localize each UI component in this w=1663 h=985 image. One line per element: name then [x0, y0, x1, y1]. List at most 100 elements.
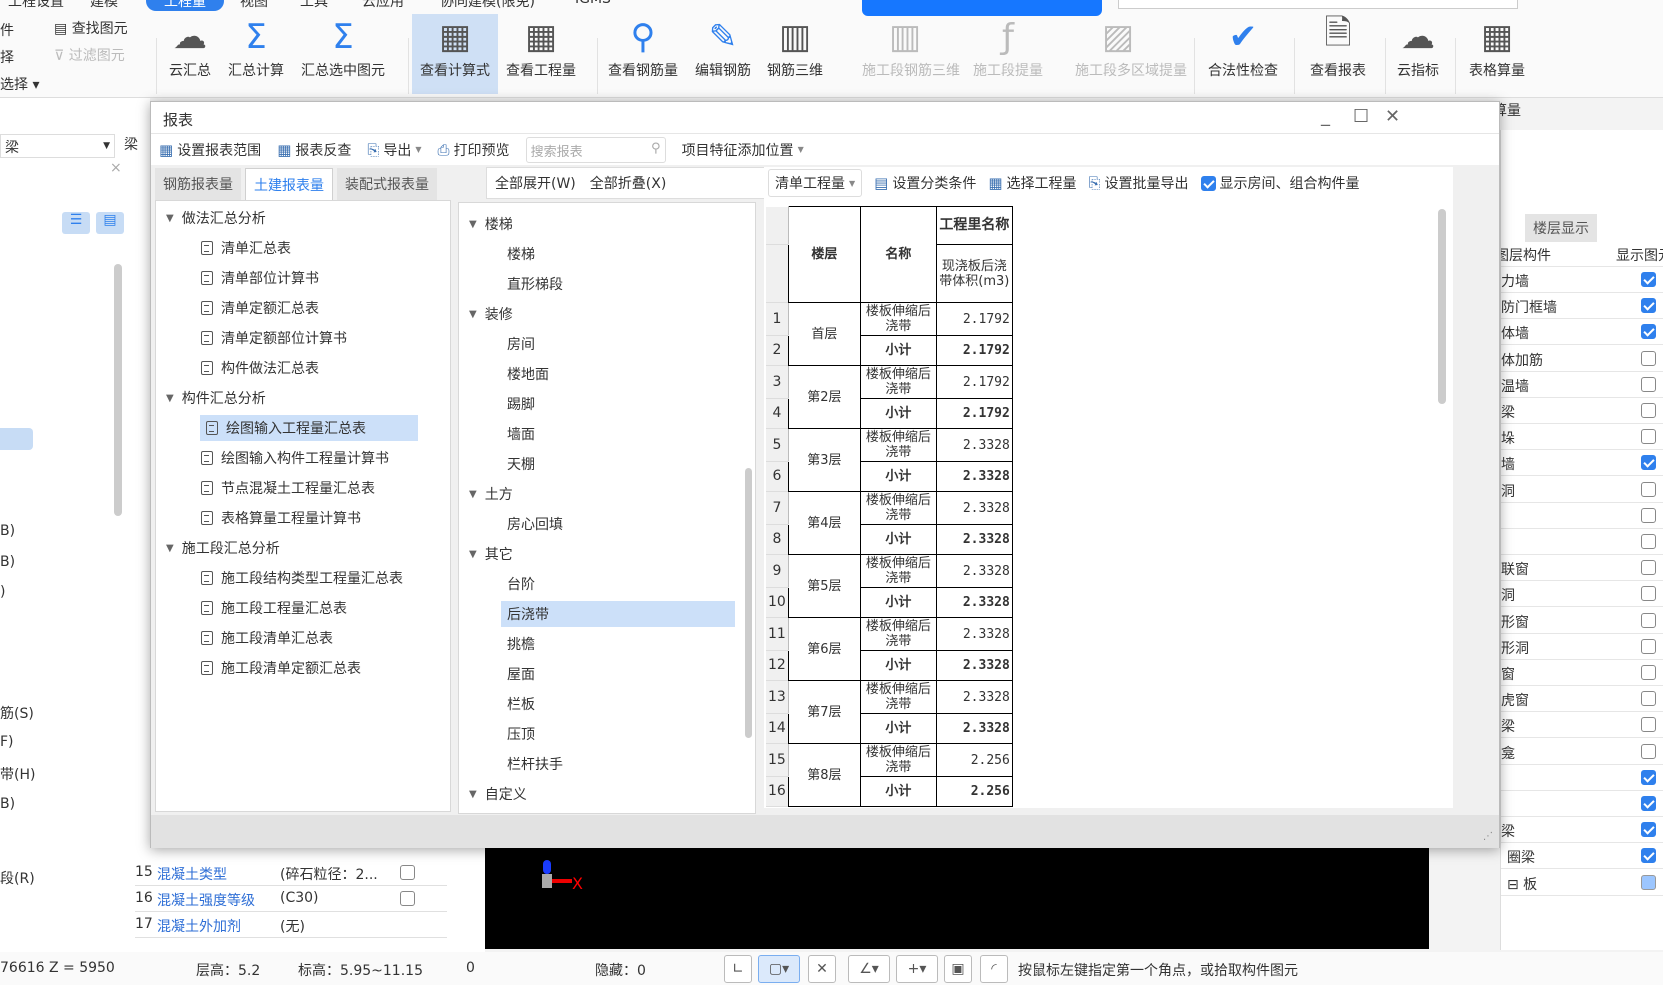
tree-item[interactable]: 绘图输入工程量汇总表: [200, 415, 418, 441]
left-select2[interactable]: 梁: [124, 134, 138, 154]
layer-checkbox[interactable]: [1641, 665, 1656, 680]
display-icon[interactable]: ▣: [944, 955, 972, 983]
layer-checkbox[interactable]: [1641, 743, 1656, 759]
layer-checkbox[interactable]: [1641, 507, 1656, 523]
ribbon-button-13[interactable]: 🗎 查看报表: [1295, 13, 1381, 94]
angle-icon[interactable]: ∠▾: [848, 955, 890, 983]
caret-down-icon[interactable]: ▼: [469, 489, 477, 500]
ribbon-button-3[interactable]: Σ 汇总选中图元: [300, 14, 386, 94]
collapse-all-button[interactable]: 全部折叠(X): [590, 173, 667, 193]
tree-item[interactable]: 屋面: [507, 661, 535, 687]
tree-item[interactable]: 栏杆扶手: [507, 751, 563, 777]
tree-item[interactable]: 绘图输入构件工程量计算书: [201, 445, 389, 471]
ribbon-tab[interactable]: 工程设置: [8, 0, 64, 11]
layer-row[interactable]: 洞: [1501, 478, 1663, 503]
layer-row[interactable]: 形窗: [1501, 609, 1663, 634]
caret-down-icon[interactable]: ▼: [166, 543, 174, 554]
report-search-input[interactable]: 搜索报表 ⚲: [525, 136, 666, 163]
layer-row[interactable]: 垛: [1501, 425, 1663, 451]
left-list-item[interactable]: F): [0, 734, 14, 750]
layer-row[interactable]: 力墙: [1501, 268, 1663, 293]
scrollbar[interactable]: [1438, 209, 1446, 404]
tree-item[interactable]: 墙面: [507, 421, 535, 447]
close-icon[interactable]: ×: [110, 160, 122, 176]
left-list-item[interactable]: 筋(S): [0, 703, 34, 723]
left-list-item[interactable]: B): [0, 523, 15, 539]
ribbon-left-item[interactable]: 选择 ▾: [0, 72, 39, 99]
set-range-button[interactable]: ▦ 设置报表范围: [159, 140, 261, 160]
property-name[interactable]: 混凝土外加剂: [157, 916, 241, 936]
caret-down-icon[interactable]: ▼: [166, 213, 174, 224]
rect-select-icon[interactable]: ▢▾: [758, 955, 800, 983]
expand-all-button[interactable]: 全部展开(W): [495, 173, 576, 193]
layer-checkbox[interactable]: [1641, 298, 1656, 314]
caret-down-icon[interactable]: ▼: [469, 549, 477, 560]
ribbon-button-2[interactable]: Σ 汇总计算: [213, 14, 299, 94]
property-value[interactable]: (碎石粒径：2...: [280, 864, 378, 884]
ribbon-button-11[interactable]: ▨ 施工段多区域提量: [1075, 14, 1187, 94]
top-search-input[interactable]: [1118, 0, 1518, 9]
ribbon-tab[interactable]: 云应用: [362, 0, 404, 11]
ribbon-tab[interactable]: 工具: [300, 0, 328, 11]
set-classification-button[interactable]: ▤ 设置分类条件: [874, 173, 976, 193]
left-list-item[interactable]: B): [0, 796, 15, 812]
batch-export-button[interactable]: ⎘ 设置批量导出: [1089, 173, 1189, 193]
layer-row[interactable]: 圈梁: [1501, 844, 1663, 870]
property-row[interactable]: 16 混凝土强度等级 (C30): [135, 886, 447, 912]
layer-row[interactable]: 梁: [1501, 713, 1663, 739]
ribbon-tab[interactable]: 协同建模(限免): [440, 0, 535, 11]
close-icon[interactable]: ✕: [1385, 106, 1400, 127]
export-button[interactable]: ⎘ 导出 ▼: [367, 140, 421, 160]
layer-row[interactable]: [1501, 530, 1663, 555]
property-name[interactable]: 混凝土强度等级: [157, 890, 255, 910]
layer-checkbox[interactable]: [1641, 481, 1656, 497]
dialog-title-bar[interactable]: 报表 _ ☐ ✕: [151, 102, 1499, 133]
scrollbar[interactable]: [745, 468, 752, 738]
tree-item[interactable]: 清单部位计算书: [201, 265, 319, 291]
layer-checkbox[interactable]: [1641, 612, 1656, 628]
filter-element-button[interactable]: ⊽ 过滤图元: [54, 43, 128, 70]
layer-row[interactable]: 体墙: [1501, 320, 1663, 346]
layer-checkbox[interactable]: [1641, 796, 1656, 811]
ribbon-button-4[interactable]: ▦ 查看计算式: [412, 14, 498, 94]
reverse-check-button[interactable]: ▦ 报表反查: [277, 140, 351, 160]
tree-group[interactable]: ▼ 其它: [469, 541, 513, 567]
layer-row[interactable]: 联窗: [1501, 556, 1663, 582]
ribbon-left-item[interactable]: 件: [0, 18, 39, 45]
layer-row[interactable]: 梁: [1501, 399, 1663, 424]
property-value[interactable]: (C30): [280, 890, 319, 906]
ribbon-tab[interactable]: IGMS: [575, 0, 611, 7]
tree-item[interactable]: 房间: [507, 331, 535, 357]
layer-checkbox[interactable]: [1641, 822, 1656, 838]
layer-row[interactable]: 龛: [1501, 740, 1663, 765]
tree-item[interactable]: 表格算量工程量计算书: [201, 505, 361, 531]
layer-checkbox[interactable]: [1641, 691, 1656, 707]
ribbon-button-10[interactable]: ƒ 施工段提量: [965, 14, 1051, 94]
layer-row[interactable]: 梁: [1501, 818, 1663, 844]
tree-group[interactable]: ▼ 施工段汇总分析: [166, 535, 280, 561]
selected-item[interactable]: [0, 428, 33, 450]
tree-item[interactable]: 楼梯: [507, 241, 535, 267]
layer-row[interactable]: 墙: [1501, 451, 1663, 477]
tree-item[interactable]: 栏板: [507, 691, 535, 717]
caret-down-icon[interactable]: ▼: [469, 219, 477, 230]
layer-checkbox[interactable]: [1641, 429, 1656, 445]
tab-report-1[interactable]: 土建报表量: [245, 168, 333, 201]
feature-position-dropdown[interactable]: 项目特征添加位置 ▼: [682, 140, 804, 160]
list-view-icon[interactable]: ☰: [62, 212, 90, 234]
tree-item[interactable]: 踢脚: [507, 391, 535, 417]
tree-item[interactable]: 清单定额汇总表: [201, 295, 319, 321]
ribbon-button-15[interactable]: ▦ 表格算量: [1454, 14, 1540, 94]
show-rooms-checkbox[interactable]: 显示房间、组合构件量: [1200, 173, 1360, 193]
left-list-item[interactable]: 带(H): [0, 764, 35, 784]
property-checkbox[interactable]: [400, 891, 415, 906]
layer-row[interactable]: [1501, 766, 1663, 791]
tree-item[interactable]: 台阶: [507, 571, 535, 597]
layer-row[interactable]: 体加筋: [1501, 347, 1663, 372]
ribbon-tab[interactable]: 工程量: [146, 0, 224, 11]
tree-item[interactable]: 天棚: [507, 451, 535, 477]
left-select[interactable]: 梁 ▼: [0, 134, 115, 158]
scrollbar[interactable]: [114, 264, 122, 516]
caret-down-icon[interactable]: ▼: [166, 393, 174, 404]
layer-checkbox[interactable]: [1641, 272, 1656, 287]
